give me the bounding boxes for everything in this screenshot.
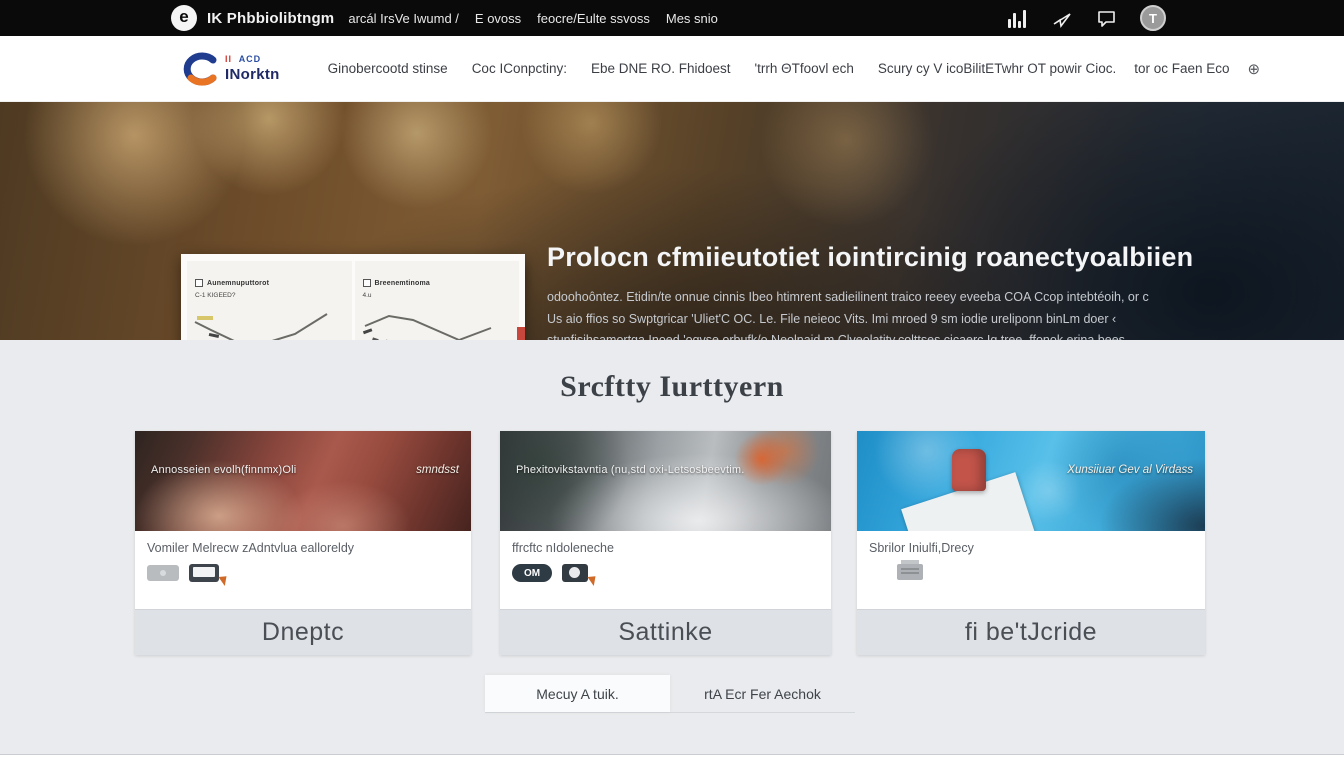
- user-avatar[interactable]: T: [1140, 5, 1166, 31]
- red-cap-graphic: [952, 449, 986, 491]
- card-2-image: Phexitovikstavntia (nu,std oxi-Letsosbee…: [500, 431, 831, 531]
- card-1-overlay-text: Annosseien evolh(finnmx)Oli: [151, 464, 296, 476]
- nav-right-link-2[interactable]: tor oc Faen Eco: [1134, 61, 1229, 76]
- om-badge[interactable]: OM: [512, 564, 552, 582]
- bottom-tabs: Mecuy A tuik. rtA Ecr Fer Aechok: [485, 675, 855, 713]
- hero-description: odoohoôntez. Etidin/te onnue cinnis Ibeo…: [547, 287, 1147, 340]
- card-1-image: Annosseien evolh(finnmx)Oli smndsst: [135, 431, 471, 531]
- card-2-label[interactable]: Sattinke: [500, 609, 831, 655]
- card-1-text: Vomiler Melrecw zAdntvlua ealloreldy: [147, 541, 459, 555]
- card-1-overlay-right: smndsst: [416, 464, 459, 476]
- hero-chart-right-title: Breenemtinoma: [375, 280, 431, 287]
- hero-content: Prolocn cfmiieutotiet iointircinig roane…: [547, 242, 1147, 340]
- hero-section: Aunemnuputtorot C-1 KIGEED? Breenemtinom…: [0, 102, 1344, 340]
- card-3-text: Sbrilor Iniulfi,Drecy: [869, 541, 1193, 555]
- footer-strip: [0, 754, 1344, 768]
- card-2-body: ffrcftc nIdoleneche OM: [500, 531, 831, 609]
- logo-name: INorktn: [225, 67, 280, 82]
- chat-icon[interactable]: [1096, 8, 1118, 28]
- card-1-body: Vomiler Melrecw zAdntvlua ealloreldy: [135, 531, 471, 609]
- printer-icon[interactable]: [897, 564, 923, 580]
- checkbox-icon: [363, 279, 371, 287]
- card-3-label[interactable]: fi be'tJcride: [857, 609, 1205, 655]
- feature-card-3[interactable]: Xunsiiuar Gev al Virdass Sbrilor Iniulfi…: [857, 431, 1205, 655]
- nav-link-5[interactable]: Scury cy V icoBilitE: [878, 61, 994, 76]
- hero-line-3: stunfisihsamortga Inoed 'ogvse orbufk/o …: [547, 330, 1147, 340]
- stats-chart-icon[interactable]: [1008, 8, 1030, 28]
- utility-link-2[interactable]: E ovoss: [475, 11, 521, 26]
- nav-link-2[interactable]: Coc IConpctiny:: [472, 61, 567, 76]
- utility-link-1[interactable]: arcál IrsVe Iwumd /: [348, 11, 459, 26]
- hero-title: Prolocn cfmiieutotiet iointircinig roane…: [547, 242, 1147, 273]
- utility-icons: T: [1008, 5, 1166, 31]
- send-icon[interactable]: [1052, 8, 1074, 28]
- hero-red-accent: [517, 327, 525, 340]
- hero-chart-left-sub: C-1 KIGEED?: [195, 292, 235, 299]
- section-heading: Srcftty Iurttyern: [0, 370, 1344, 404]
- hero-line-1: odoohoôntez. Etidin/te onnue cinnis Ibeo…: [547, 287, 1147, 309]
- tab-1[interactable]: Mecuy A tuik.: [485, 675, 670, 712]
- utility-logo-icon[interactable]: [171, 5, 197, 31]
- cursor-icon: [587, 572, 599, 585]
- card-2-text: ffrcftc nIdoleneche: [512, 541, 819, 555]
- logo-text: II ACD INorktn: [225, 55, 280, 82]
- top-utility-bar: IK Phbbiolibtngm arcál IrsVe Iwumd / E o…: [0, 0, 1344, 36]
- main-nav-links: Ginobercootd stinse Coc IConpctiny: Ebe …: [328, 61, 995, 76]
- utility-nav: arcál IrsVe Iwumd / E ovoss feocre/Eulte…: [348, 11, 718, 26]
- hero-photo-card: Aunemnuputtorot C-1 KIGEED? Breenemtinom…: [181, 254, 525, 340]
- page: IK Phbbiolibtngm arcál IrsVe Iwumd / E o…: [0, 0, 1344, 768]
- hero-chart-right: Breenemtinoma 4.u: [355, 261, 520, 340]
- feature-card-2[interactable]: Phexitovikstavntia (nu,std oxi-Letsosbee…: [500, 431, 831, 655]
- hero-chart-left: Aunemnuputtorot C-1 KIGEED?: [187, 261, 352, 340]
- card-1-label[interactable]: Dneptc: [135, 609, 471, 655]
- laptop-icon[interactable]: [189, 564, 219, 582]
- card-3-overlay-text: Xunsiiuar Gev al Virdass: [1067, 464, 1193, 476]
- utility-link-3[interactable]: feocre/Eulte ssvoss: [537, 11, 650, 26]
- content-section: Srcftty Iurttyern Annosseien evolh(finnm…: [0, 340, 1344, 754]
- utility-brand: IK Phbbiolibtngm: [207, 10, 334, 27]
- logo-top-left: II: [225, 54, 232, 64]
- button-icon[interactable]: [147, 565, 179, 581]
- checkbox-icon: [195, 279, 203, 287]
- card-3-image: Xunsiiuar Gev al Virdass: [857, 431, 1205, 531]
- utility-link-4[interactable]: Mes snio: [666, 11, 718, 26]
- logo-top-right: ACD: [239, 54, 262, 64]
- card-3-body: Sbrilor Iniulfi,Drecy: [857, 531, 1205, 609]
- nav-link-1[interactable]: Ginobercootd stinse: [328, 61, 448, 76]
- nav-link-3[interactable]: Ebe DNE RO. Fhidoest: [591, 61, 731, 76]
- nav-right-link-1[interactable]: Twhr OT powir Cioc.: [994, 61, 1116, 76]
- hero-line-2: Us aio ffios so Swptgricar 'Uliet'C OC. …: [547, 309, 1147, 331]
- nav-right-links: Twhr OT powir Cioc. tor oc Faen Eco ⊕: [994, 60, 1260, 78]
- cursor-icon: [218, 572, 230, 585]
- hero-chart-right-sub: 4.u: [363, 292, 372, 299]
- tab-2[interactable]: rtA Ecr Fer Aechok: [670, 675, 855, 712]
- primary-navbar: II ACD INorktn Ginobercootd stinse Coc I…: [0, 36, 1344, 102]
- hero-chart-left-title: Aunemnuputtorot: [207, 280, 269, 287]
- camera-icon[interactable]: [562, 564, 588, 582]
- globe-icon[interactable]: ⊕: [1248, 60, 1261, 78]
- feature-card-1[interactable]: Annosseien evolh(finnmx)Oli smndsst Vomi…: [135, 431, 471, 655]
- line-chart-icon: [187, 304, 345, 340]
- card-2-overlay-text: Phexitovikstavntia (nu,std oxi-Letsosbee…: [516, 464, 745, 476]
- line-chart-icon: [355, 304, 513, 340]
- logo-c-mark: [183, 52, 219, 86]
- site-logo[interactable]: II ACD INorktn: [183, 52, 280, 86]
- nav-link-4[interactable]: 'trrh ΘTfoovl ech: [755, 61, 854, 76]
